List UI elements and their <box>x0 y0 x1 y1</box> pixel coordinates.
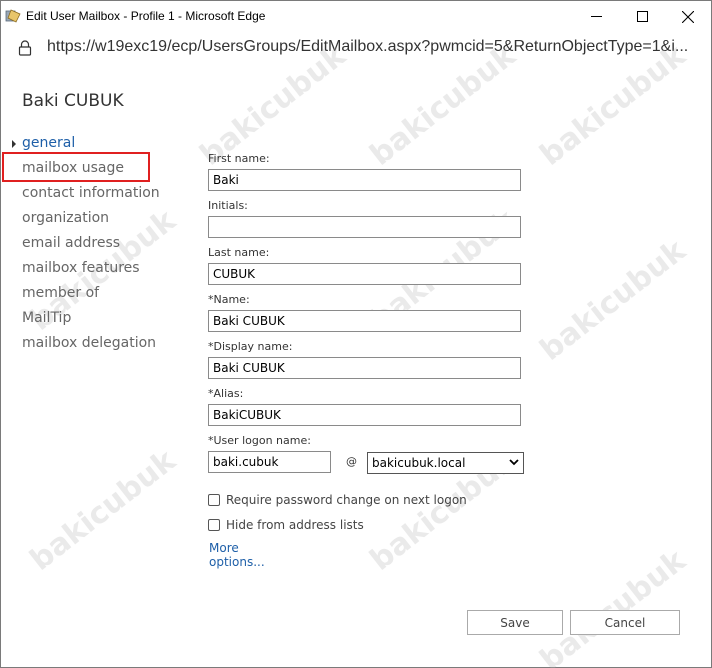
title-bar: Edit User Mailbox - Profile 1 - Microsof… <box>1 1 711 32</box>
minimize-icon <box>590 16 602 17</box>
alias-label: *Alias: <box>208 387 244 400</box>
nav-item-label: organization <box>22 210 110 226</box>
first-name-field[interactable]: Baki <box>208 169 521 191</box>
hide-from-address-lists-checkbox[interactable] <box>208 519 220 531</box>
browser-window: Edit User Mailbox - Profile 1 - Microsof… <box>0 0 712 668</box>
first-name-label: First name: <box>208 152 270 165</box>
display-name-field[interactable]: Baki CUBUK <box>208 357 521 379</box>
close-icon <box>682 10 694 23</box>
hide-from-address-lists-label: Hide from address lists <box>226 518 364 532</box>
hide-from-address-lists-option[interactable]: Hide from address lists <box>208 518 364 532</box>
save-button[interactable]: Save <box>467 610 563 635</box>
nav-item-label: email address <box>22 235 121 251</box>
last-name-label: Last name: <box>208 246 270 259</box>
nav-item-label: general <box>22 135 76 151</box>
nav-item-label: contact information <box>22 185 160 201</box>
last-name-field[interactable]: CUBUK <box>208 263 521 285</box>
nav-item-general[interactable]: general <box>12 135 76 151</box>
nav-item-mailbox-delegation[interactable]: mailbox delegation <box>22 335 156 351</box>
cancel-button[interactable]: Cancel <box>570 610 680 635</box>
caret-right-icon <box>12 140 16 148</box>
domain-select[interactable]: bakicubuk.local <box>367 452 524 474</box>
page-title: Baki CUBUK <box>22 91 124 111</box>
nav-item-organization[interactable]: organization <box>22 210 109 226</box>
logon-name-field[interactable]: baki.cubuk <box>208 451 331 473</box>
minimize-button[interactable] <box>573 1 619 32</box>
nav-item-contact-information[interactable]: contact information <box>22 185 160 201</box>
logon-name-label: *User logon name: <box>208 434 311 447</box>
name-field[interactable]: Baki CUBUK <box>208 310 521 332</box>
initials-field[interactable] <box>208 216 521 238</box>
nav-item-member-of[interactable]: member of <box>22 285 99 301</box>
lock-icon[interactable] <box>18 40 32 56</box>
chevron-down-icon <box>509 459 519 466</box>
nav-item-mailbox-features[interactable]: mailbox features <box>22 260 140 276</box>
nav-item-email-address[interactable]: email address <box>22 235 120 251</box>
maximize-button[interactable] <box>619 1 665 32</box>
require-password-change-label: Require password change on next logon <box>226 493 467 507</box>
nav-item-label: mailbox usage <box>22 160 124 176</box>
nav-item-mailtip[interactable]: MailTip <box>22 310 71 326</box>
nav-item-label: MailTip <box>22 310 72 326</box>
url-text[interactable]: https://w19exc19/ecp/UsersGroups/EditMai… <box>47 38 697 56</box>
alias-field[interactable]: BakiCUBUK <box>208 404 521 426</box>
exchange-app-icon <box>5 9 21 23</box>
initials-label: Initials: <box>208 199 248 212</box>
nav-item-label: mailbox delegation <box>22 335 157 351</box>
window-title: Edit User Mailbox - Profile 1 - Microsof… <box>26 9 266 23</box>
page-content: bakicubuk bakicubuk bakicubuk bakicubuk … <box>1 38 711 668</box>
address-bar: https://w19exc19/ecp/UsersGroups/EditMai… <box>1 32 711 63</box>
domain-select-value: bakicubuk.local <box>372 456 466 470</box>
name-label: *Name: <box>208 293 250 306</box>
watermark: bakicubuk <box>533 233 693 368</box>
watermark: bakicubuk <box>23 443 183 578</box>
at-symbol: @ <box>346 455 357 468</box>
close-button[interactable] <box>665 1 711 32</box>
require-password-change-checkbox[interactable] <box>208 494 220 506</box>
maximize-icon <box>636 11 648 22</box>
require-password-change-option[interactable]: Require password change on next logon <box>208 493 467 507</box>
nav-item-mailbox-usage[interactable]: mailbox usage <box>22 160 124 176</box>
watermark: bakicubuk <box>533 543 693 668</box>
nav-item-label: mailbox features <box>22 260 140 276</box>
more-options-link[interactable]: More options... <box>209 541 265 569</box>
display-name-label: *Display name: <box>208 340 293 353</box>
nav-item-label: member of <box>22 285 100 301</box>
